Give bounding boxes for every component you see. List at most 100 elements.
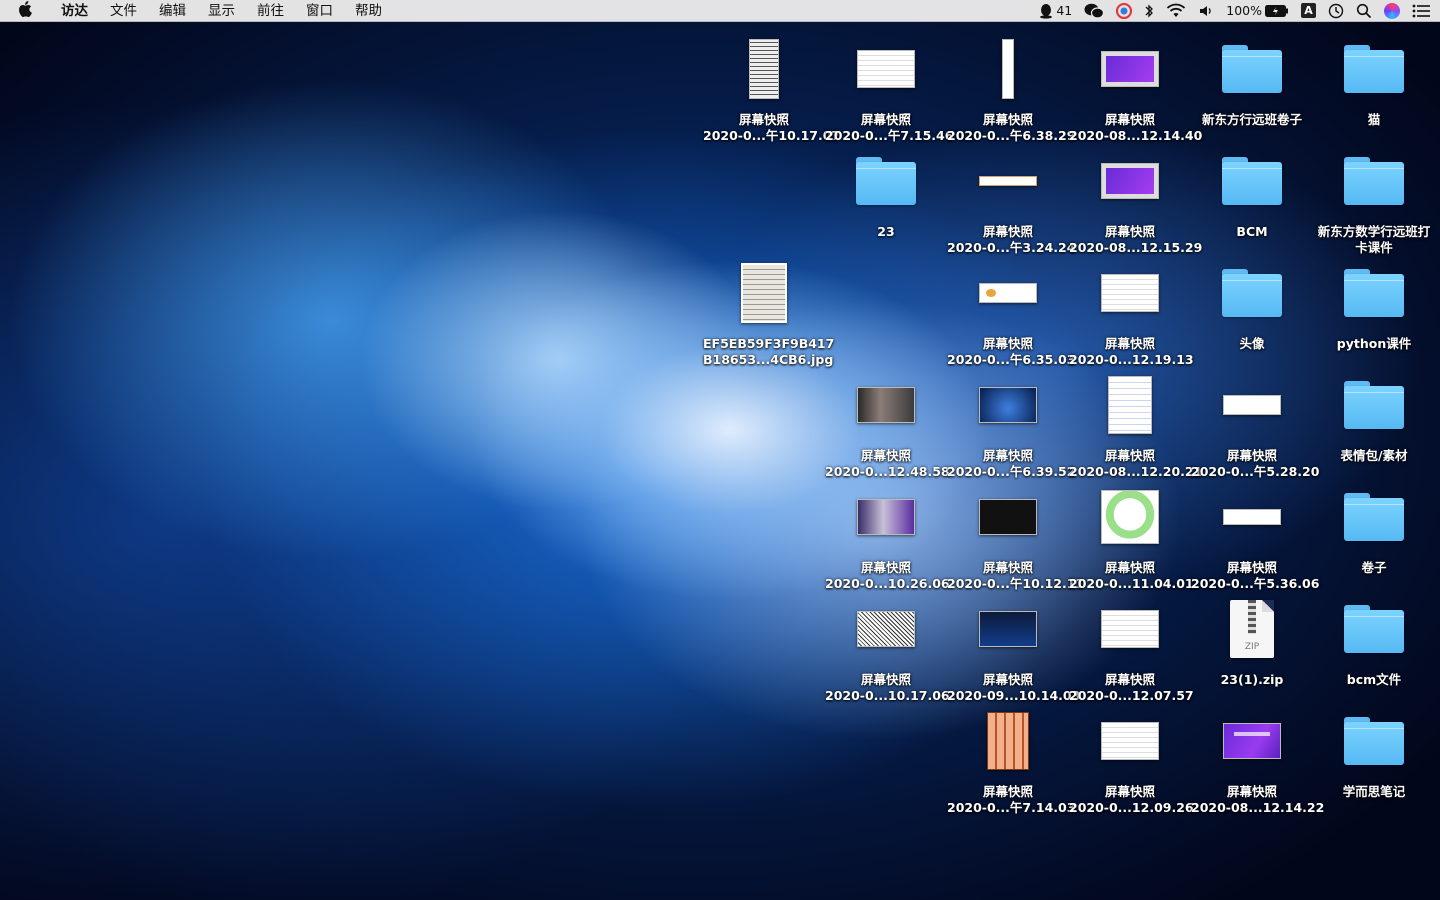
item-name: 屏幕快照 bbox=[982, 784, 1033, 799]
folder-icon bbox=[1313, 252, 1435, 334]
desktop-item-screenshot[interactable]: 屏幕快照 2020-0...午10.17.07 bbox=[703, 28, 841, 144]
item-name: 屏幕快照 bbox=[982, 672, 1033, 687]
item-name-line2: B18653...4CB6.jpg bbox=[703, 352, 834, 367]
desktop-item-screenshot[interactable]: 屏幕快照 2020-0...午6.35.03 bbox=[947, 252, 1075, 368]
screenshot-thumbnail bbox=[825, 588, 947, 670]
bluetooth-icon[interactable] bbox=[1144, 0, 1154, 22]
screenshot-thumbnail bbox=[947, 28, 1069, 110]
wechat-icon[interactable] bbox=[1084, 0, 1105, 22]
wifi-icon[interactable] bbox=[1166, 0, 1186, 22]
desktop-folder[interactable]: 卷子 bbox=[1313, 476, 1435, 576]
desktop-item-screenshot[interactable]: 屏幕快照 2020-08...12.14.22 bbox=[1191, 700, 1325, 816]
desktop-item-screenshot[interactable]: 屏幕快照 2020-0...午5.28.20 bbox=[1191, 364, 1319, 480]
item-name: EF5EB59F3F9B417 bbox=[703, 336, 835, 351]
desktop-item-screenshot[interactable]: 屏幕快照 2020-0...午6.39.52 bbox=[947, 364, 1075, 480]
screenshot-thumbnail bbox=[947, 140, 1069, 222]
screenshot-thumbnail bbox=[1069, 588, 1191, 670]
screenshot-thumbnail bbox=[1069, 252, 1191, 334]
desktop-item-zip-file[interactable]: ZIP 23(1).zip bbox=[1191, 588, 1313, 688]
desktop-folder[interactable]: 新东方数学行远班打 卡课件 bbox=[1313, 140, 1435, 256]
item-name: 屏幕快照 bbox=[1104, 672, 1155, 687]
desktop-item-screenshot[interactable]: 屏幕快照 2020-08...12.14.40 bbox=[1069, 28, 1202, 144]
screenshot-thumbnail bbox=[947, 364, 1069, 446]
desktop-folder[interactable]: 猫 bbox=[1313, 28, 1435, 128]
desktop-item-screenshot[interactable]: 屏幕快照 2020-08...12.20.21 bbox=[1069, 364, 1202, 480]
menu-view[interactable]: 显示 bbox=[197, 0, 246, 22]
screenshot-thumbnail bbox=[825, 28, 947, 110]
desktop-folder[interactable]: bcm文件 bbox=[1313, 588, 1435, 688]
desktop-item-screenshot[interactable]: 屏幕快照 2020-0...午3.24.24 bbox=[947, 140, 1075, 256]
menu-go[interactable]: 前往 bbox=[246, 0, 295, 22]
menu-file[interactable]: 文件 bbox=[99, 0, 148, 22]
desktop-item-screenshot[interactable]: 屏幕快照 2020-0...10.26.06 bbox=[825, 476, 950, 592]
siri-icon[interactable] bbox=[1384, 0, 1400, 22]
item-name: 屏幕快照 bbox=[982, 224, 1033, 239]
item-name: 新东方数学行远班打 bbox=[1317, 224, 1431, 239]
item-name: python课件 bbox=[1336, 336, 1412, 351]
screenshot-thumbnail bbox=[947, 588, 1069, 670]
item-date: 2020-08...12.14.22 bbox=[1191, 800, 1325, 815]
item-date: 2020-0...午10.17.07 bbox=[703, 128, 841, 143]
item-name: 屏幕快照 bbox=[982, 112, 1033, 127]
input-method-badge: A bbox=[1301, 3, 1316, 18]
desktop-folder[interactable]: BCM bbox=[1191, 140, 1313, 240]
time-machine-icon[interactable] bbox=[1328, 0, 1344, 22]
item-name: 表情包/素材 bbox=[1340, 448, 1408, 463]
item-name: 屏幕快照 bbox=[860, 672, 911, 687]
desktop-item-screenshot[interactable]: 屏幕快照 2020-09...10.14.03 bbox=[947, 588, 1080, 704]
item-name: 屏幕快照 bbox=[982, 448, 1033, 463]
spotlight-search-icon[interactable] bbox=[1356, 0, 1372, 22]
desktop-item-screenshot[interactable]: 屏幕快照 2020-0...12.09.26 bbox=[1069, 700, 1194, 816]
item-name: 屏幕快照 bbox=[982, 336, 1033, 351]
desktop-folder[interactable]: 23 bbox=[825, 140, 947, 240]
folder-icon bbox=[825, 140, 947, 222]
item-name: 屏幕快照 bbox=[1226, 448, 1277, 463]
battery-status[interactable]: 100% bbox=[1226, 0, 1289, 22]
volume-icon[interactable] bbox=[1198, 0, 1214, 22]
qq-count: 41 bbox=[1056, 3, 1073, 18]
desktop-item-screenshot[interactable]: 屏幕快照 2020-0...12.19.13 bbox=[1069, 252, 1194, 368]
notification-center-icon[interactable] bbox=[1412, 0, 1430, 22]
desktop-item-screenshot[interactable]: 屏幕快照 2020-0...12.07.57 bbox=[1069, 588, 1194, 704]
input-method[interactable]: A bbox=[1301, 0, 1316, 22]
folder-icon bbox=[1191, 252, 1313, 334]
desktop-folder[interactable]: python课件 bbox=[1313, 252, 1435, 352]
desktop-item-screenshot[interactable]: 屏幕快照 2020-0...午7.15.46 bbox=[825, 28, 953, 144]
screenshot-thumbnail bbox=[825, 364, 947, 446]
screenshot-thumbnail bbox=[825, 476, 947, 558]
item-name: 学而思笔记 bbox=[1342, 784, 1406, 799]
qq-status[interactable]: 41 bbox=[1039, 0, 1072, 22]
desktop-folder[interactable]: 新东方行远班卷子 bbox=[1191, 28, 1313, 128]
desktop-item-screenshot[interactable]: 屏幕快照 2020-0...午7.14.03 bbox=[947, 700, 1075, 816]
battery-percent: 100% bbox=[1226, 3, 1262, 18]
desktop-item-screenshot[interactable]: 屏幕快照 2020-0...午5.36.06 bbox=[1191, 476, 1319, 592]
desktop-item-screenshot[interactable]: 屏幕快照 2020-0...12.48.58 bbox=[825, 364, 950, 480]
apple-menu-icon[interactable] bbox=[14, 0, 36, 21]
menu-bar-tray: 41 100% A bbox=[1027, 0, 1440, 22]
desktop-item-screenshot[interactable]: 屏幕快照 2020-0...午6.38.29 bbox=[947, 28, 1075, 144]
menu-window[interactable]: 窗口 bbox=[295, 0, 344, 22]
menu-edit[interactable]: 编辑 bbox=[148, 0, 197, 22]
menu-bar-left: 访达 文件 编辑 显示 前往 窗口 帮助 bbox=[0, 0, 393, 22]
desktop-folder[interactable]: 头像 bbox=[1191, 252, 1313, 352]
sync-icon[interactable] bbox=[1116, 0, 1133, 22]
item-name: 屏幕快照 bbox=[1104, 336, 1155, 351]
item-name: 屏幕快照 bbox=[1104, 560, 1155, 575]
screenshot-thumbnail bbox=[703, 28, 825, 110]
zip-archive-icon: ZIP bbox=[1191, 588, 1313, 670]
desktop-item-screenshot[interactable]: 屏幕快照 2020-0...10.17.06 bbox=[825, 588, 950, 704]
desktop-item-screenshot[interactable]: 屏幕快照 2020-0...11.04.01 bbox=[1069, 476, 1194, 592]
desktop-folder[interactable]: 表情包/素材 bbox=[1313, 364, 1435, 464]
item-name: 屏幕快照 bbox=[1104, 224, 1155, 239]
item-name: 屏幕快照 bbox=[982, 560, 1033, 575]
desktop-item-screenshot[interactable]: 屏幕快照 2020-0...午10.12.11 bbox=[947, 476, 1084, 592]
item-name: bcm文件 bbox=[1346, 672, 1402, 687]
menu-help[interactable]: 帮助 bbox=[344, 0, 393, 22]
folder-icon bbox=[1191, 28, 1313, 110]
folder-icon bbox=[1313, 140, 1435, 222]
menu-app-name[interactable]: 访达 bbox=[50, 0, 99, 22]
desktop-item-image-file[interactable]: EF5EB59F3F9B417 B18653...4CB6.jpg bbox=[703, 252, 835, 368]
desktop-item-screenshot[interactable]: 屏幕快照 2020-08...12.15.29 bbox=[1069, 140, 1202, 256]
folder-icon bbox=[1313, 28, 1435, 110]
desktop-folder[interactable]: 学而思笔记 bbox=[1313, 700, 1435, 800]
